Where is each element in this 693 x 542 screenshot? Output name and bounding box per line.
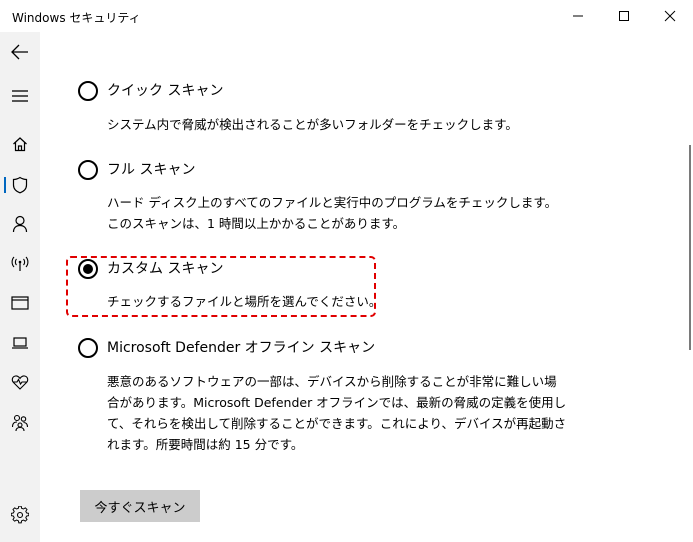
option-description: システム内で脅威が検出されることが多いフォルダーをチェックします。 (107, 117, 518, 132)
minimize-icon (573, 15, 583, 17)
option-label: クイック スキャン (107, 83, 224, 99)
sidebar-item-device-performance[interactable] (0, 364, 40, 400)
family-icon (11, 414, 29, 432)
sidebar-item-account-protection[interactable] (0, 206, 40, 242)
scrollbar-thumb[interactable] (689, 145, 691, 350)
option-label: フル スキャン (107, 162, 196, 178)
close-button[interactable] (647, 0, 693, 32)
option-description: 悪意のあるソフトウェアの一部は、デバイスから削除することが非常に難しい場合があり… (107, 374, 567, 452)
window-title: Windows セキュリティ (12, 11, 141, 25)
back-button[interactable] (0, 34, 40, 70)
radio-quick-scan[interactable] (78, 81, 98, 101)
radio-full-scan[interactable] (78, 160, 98, 180)
gear-icon (11, 506, 29, 524)
option-label: Microsoft Defender オフライン スキャン (107, 340, 376, 356)
radio-defender-offline-scan[interactable] (78, 338, 98, 358)
home-icon (13, 137, 27, 152)
sidebar-item-settings[interactable] (0, 497, 40, 533)
scan-option-quick[interactable]: クイック スキャン システム内で脅威が検出されることが多いフォルダーをチェックし… (78, 81, 548, 141)
menu-button[interactable] (0, 78, 40, 114)
sidebar-item-firewall[interactable] (0, 246, 40, 282)
minimize-button[interactable] (555, 0, 601, 32)
option-label: カスタム スキャン (107, 261, 224, 277)
scan-option-defender-offline[interactable]: Microsoft Defender オフライン スキャン 悪意のあるソフトウェ… (78, 338, 568, 458)
heart-pulse-icon (11, 375, 29, 390)
scan-option-custom[interactable]: カスタム スキャン チェックするファイルと場所を選んでください。 (78, 259, 381, 314)
maximize-button[interactable] (601, 0, 647, 32)
active-indicator (4, 177, 6, 193)
radio-custom-scan[interactable] (78, 259, 98, 279)
app-browser-window-icon (11, 296, 29, 310)
back-arrow-icon (11, 44, 28, 60)
hamburger-menu-icon (12, 90, 28, 102)
sidebar-item-app-browser[interactable] (0, 285, 40, 321)
scan-option-full[interactable]: フル スキャン ハード ディスク上のすべてのファイルと実行中のプログラムをチェッ… (78, 160, 568, 240)
maximize-icon (619, 11, 629, 21)
title-bar: Windows セキュリティ (0, 0, 693, 32)
sidebar-item-home[interactable] (0, 126, 40, 162)
wireless-antenna-icon (11, 256, 29, 271)
person-icon (12, 215, 28, 233)
sidebar (0, 32, 40, 542)
scan-now-button[interactable]: 今すぐスキャン (80, 490, 200, 522)
sidebar-item-virus-protection[interactable] (0, 167, 40, 203)
sidebar-item-family-options[interactable] (0, 405, 40, 441)
option-description: チェックするファイルと場所を選んでください。 (107, 294, 382, 309)
close-icon (664, 10, 676, 22)
option-description: ハード ディスク上のすべてのファイルと実行中のプログラムをチェックします。このス… (107, 195, 558, 231)
sidebar-item-device-security[interactable] (0, 325, 40, 361)
shield-icon (12, 176, 28, 194)
laptop-icon (12, 337, 28, 349)
